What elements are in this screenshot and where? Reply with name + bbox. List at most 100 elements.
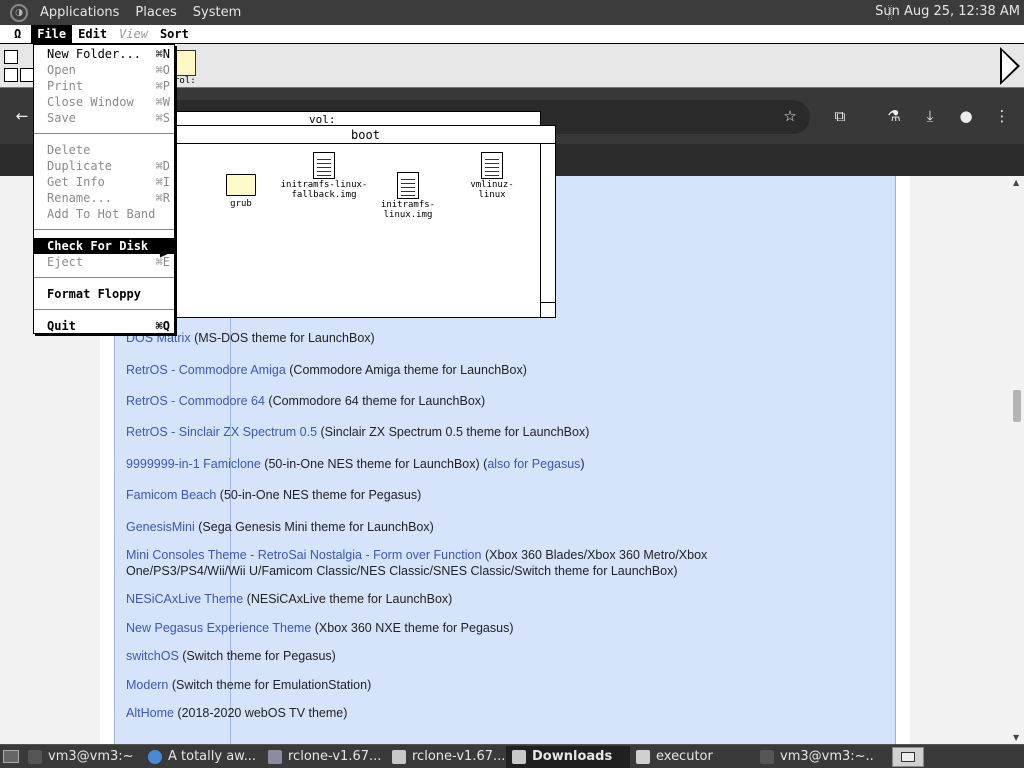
desk-icon-b[interactable]: [4, 68, 18, 82]
task-list: vm3@vm3:~ A totally aw... rclone-v1.67... r…: [22, 745, 874, 768]
theme-description-tail: ): [580, 457, 585, 471]
scroll-down-icon[interactable]: ▼: [1013, 733, 1019, 742]
chrome-icon: [148, 749, 162, 764]
file-menu-item[interactable]: Eject ⌘E: [34, 254, 174, 270]
menu-item-shortcut: ⌘N: [155, 47, 170, 61]
apple-menu[interactable]: Ω: [0, 25, 31, 44]
taskbar-item-label: rclone-v1.67...: [412, 748, 506, 764]
extensions-icon[interactable]: ⧉: [830, 106, 850, 126]
theme-list-item: Modern (Switch theme for EmulationStatio…: [126, 677, 746, 693]
file-menu-item[interactable]: Close Window ⌘W: [34, 94, 174, 110]
show-desktop-button[interactable]: [0, 746, 22, 768]
theme-link[interactable]: switchOS: [126, 649, 179, 663]
sort-menu-title[interactable]: Sort: [154, 25, 195, 44]
theme-description: (Switch theme for EmulationStation): [168, 678, 372, 692]
menu-item-label: New Folder...: [47, 47, 141, 61]
theme-link[interactable]: 9999999-in-1 Famiclone: [126, 457, 261, 471]
applications-menu[interactable]: Applications: [32, 5, 127, 20]
theme-link[interactable]: AltHome: [126, 706, 174, 720]
menu-separator: [34, 309, 174, 310]
taskbar-item[interactable]: vm3@vm3:~: [22, 746, 142, 768]
scrollbar-divider: [541, 302, 555, 303]
theme-link[interactable]: New Pegasus Experience Theme: [126, 621, 311, 635]
theme-link[interactable]: Mini Consoles Theme - RetroSai Nostalgia…: [126, 548, 481, 562]
file-label: vmlinuz-linux: [470, 180, 514, 200]
menu-item-shortcut: ⌘R: [155, 191, 170, 205]
page-scrollbar[interactable]: ▲ ▼: [1010, 176, 1024, 744]
file-label: initramfs-linux.img: [380, 200, 436, 220]
theme-link[interactable]: Famicom Beach: [126, 488, 216, 502]
workspace-switcher[interactable]: [892, 747, 924, 767]
boot-window-title[interactable]: boot: [176, 126, 555, 144]
file-menu-title[interactable]: File: [31, 24, 73, 44]
theme-alt-link[interactable]: also for Pegasus: [487, 457, 580, 471]
file-menu-item[interactable]: Print ⌘P: [34, 78, 174, 94]
back-arrow-icon[interactable]: ←: [12, 106, 32, 126]
boot-window-scrollbar[interactable]: [540, 144, 555, 318]
theme-description: (NESiCAxLive theme for LaunchBox): [243, 592, 453, 606]
edit-menu-title[interactable]: Edit: [72, 25, 113, 44]
theme-link[interactable]: RetrOS - Sinclair ZX Spectrum 0.5: [126, 425, 317, 439]
taskbar-item-label: A totally aw...: [168, 748, 256, 764]
menu-separator: [34, 229, 174, 230]
taskbar-item[interactable]: Downloads: [506, 745, 630, 768]
file-menu-item[interactable]: Add To Hot Band: [34, 206, 174, 222]
file-menu-dropdown: New Folder... ⌘N Open ⌘O Print ⌘P Close Window…: [33, 44, 175, 334]
file-icon-initramfs[interactable]: initramfs-linux.img: [362, 172, 454, 220]
file-menu-item[interactable]: Rename... ⌘R: [34, 190, 174, 206]
file-menu-item[interactable]: Get Info ⌘I: [34, 174, 174, 190]
file-menu-item[interactable]: New Folder... ⌘N: [34, 46, 174, 62]
theme-description: (MS-DOS theme for LaunchBox): [190, 331, 375, 345]
places-menu[interactable]: Places: [127, 5, 184, 20]
menu-item-label: Add To Hot Band: [47, 207, 156, 221]
menu-item-label: Quit: [47, 319, 76, 333]
taskbar-item[interactable]: executor: [630, 746, 754, 768]
download-icon[interactable]: ⤓: [920, 106, 940, 126]
theme-link[interactable]: NESiCAxLive Theme: [126, 592, 243, 606]
theme-link[interactable]: Modern: [126, 678, 168, 692]
document-icon: [481, 152, 503, 179]
boot-window: boot grub initramfs-linux-fallback.img i…: [175, 125, 556, 318]
file-menu-item[interactable]: Open ⌘O: [34, 62, 174, 78]
theme-link[interactable]: GenesisMini: [126, 520, 195, 534]
bookmark-star-icon[interactable]: ☆: [780, 106, 800, 126]
taskbar-item[interactable]: rclone-v1.67...: [386, 746, 506, 768]
taskbar-item[interactable]: rclone-v1.67...: [262, 746, 386, 768]
theme-list-item: GenesisMini (Sega Genesis Mini theme for…: [126, 519, 746, 535]
document-icon: [313, 152, 335, 179]
file-menu-item[interactable]: Check For Disk: [34, 238, 174, 254]
disk-icon[interactable]: [176, 50, 196, 76]
profile-icon[interactable]: ●: [956, 106, 976, 126]
taskbar-item-label: executor: [656, 748, 713, 764]
file-menu-item[interactable]: Quit ⌘Q: [34, 318, 174, 334]
desk-icon-c[interactable]: [20, 68, 34, 82]
theme-link[interactable]: RetrOS - Commodore Amiga: [126, 363, 286, 377]
file-menu-item[interactable]: Duplicate ⌘D: [34, 158, 174, 174]
folder-icon: [392, 749, 406, 764]
taskbar-item[interactable]: A totally aw...: [142, 746, 262, 768]
kebab-menu-icon[interactable]: ⋮: [992, 106, 1012, 126]
theme-description: (Sega Genesis Mini theme for LaunchBox): [194, 520, 434, 534]
theme-description: (Sinclair ZX Spectrum 0.5 theme for Laun…: [317, 425, 590, 439]
theme-list-item: RetrOS - Commodore Amiga (Commodore Amig…: [126, 362, 746, 378]
distro-logo-icon[interactable]: ◑: [10, 3, 28, 22]
system-menu[interactable]: System: [185, 5, 249, 20]
scroll-up-icon[interactable]: ▲: [1013, 178, 1019, 187]
file-menu-item[interactable]: Delete: [34, 142, 174, 158]
scroll-thumb[interactable]: [1013, 390, 1021, 422]
desk-icon-a[interactable]: [4, 50, 18, 64]
folder-icon: [226, 174, 256, 196]
labs-flask-icon[interactable]: ⚗: [884, 106, 904, 126]
file-menu-item[interactable]: Save ⌘S: [34, 110, 174, 126]
taskbar-item[interactable]: vm3@vm3:~...: [754, 746, 874, 768]
menu-item-shortcut: ⌘O: [155, 63, 170, 77]
clock[interactable]: Sun Aug 25, 12:38 AM: [875, 4, 1020, 19]
taskbar-item-label: vm3@vm3:~...: [780, 748, 874, 764]
terminal-icon: [760, 749, 774, 764]
view-menu-title[interactable]: View: [113, 25, 154, 44]
theme-description: (Commodore Amiga theme for LaunchBox): [285, 363, 527, 377]
theme-link[interactable]: RetrOS - Commodore 64: [126, 394, 265, 408]
file-icon-vmlinuz[interactable]: vmlinuz-linux: [460, 152, 524, 200]
file-icon-grub[interactable]: grub: [226, 174, 256, 209]
file-menu-item[interactable]: Format Floppy: [34, 286, 174, 302]
